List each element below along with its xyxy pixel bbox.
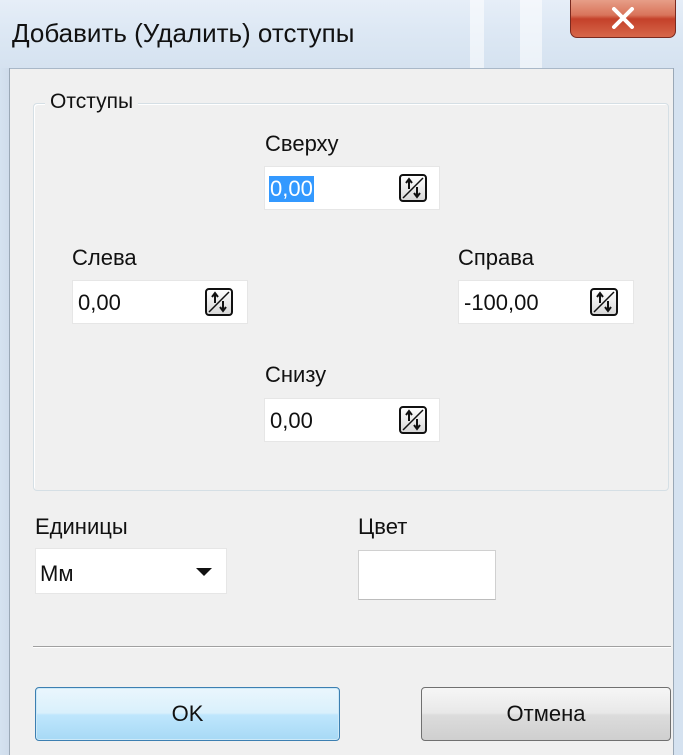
top-margin-spinner-button[interactable]	[399, 174, 427, 202]
title-bar-glare	[520, 0, 542, 68]
right-margin-spinner-button[interactable]	[590, 288, 618, 316]
close-button[interactable]	[570, 0, 676, 38]
window-frame-right	[673, 68, 683, 755]
title-bar[interactable]: Добавить (Удалить) отступы	[0, 0, 683, 68]
window-frame-left	[0, 68, 10, 755]
units-label: Единицы	[35, 514, 128, 539]
left-margin-spinbox[interactable]: 0,00	[72, 280, 248, 324]
bottom-margin-spinbox[interactable]: 0,00	[264, 398, 440, 442]
right-margin-spinbox[interactable]: -100,00	[458, 280, 634, 324]
bottom-margin-input[interactable]: 0,00	[269, 408, 314, 434]
right-margin-label: Справа	[458, 245, 534, 270]
top-margin-label: Сверху	[265, 131, 339, 156]
units-selected-value: Мм	[40, 561, 74, 586]
left-margin-label: Слева	[72, 245, 137, 270]
margins-groupbox-legend: Отступы	[45, 90, 139, 114]
cancel-button[interactable]: Отмена	[421, 687, 671, 741]
color-swatch[interactable]	[358, 550, 496, 600]
color-label: Цвет	[358, 514, 408, 539]
separator	[33, 646, 671, 648]
spinner-arrows-icon	[402, 409, 424, 431]
top-margin-spinbox[interactable]: 0,00	[264, 166, 440, 210]
bottom-margin-label: Снизу	[265, 362, 327, 387]
ok-button[interactable]: OK	[35, 687, 340, 741]
title-bar-glare	[470, 0, 484, 68]
close-icon	[612, 7, 634, 29]
spinner-arrows-icon	[402, 177, 424, 199]
bottom-margin-spinner-button[interactable]	[399, 406, 427, 434]
chevron-down-icon[interactable]	[196, 568, 212, 576]
left-margin-input[interactable]: 0,00	[77, 290, 122, 316]
spinner-arrows-icon	[593, 291, 615, 313]
left-margin-spinner-button[interactable]	[205, 288, 233, 316]
top-margin-input[interactable]: 0,00	[269, 176, 314, 202]
units-dropdown[interactable]: Мм	[35, 548, 227, 594]
right-margin-input[interactable]: -100,00	[463, 290, 540, 316]
window-title: Добавить (Удалить) отступы	[12, 18, 355, 48]
spinner-arrows-icon	[208, 291, 230, 313]
